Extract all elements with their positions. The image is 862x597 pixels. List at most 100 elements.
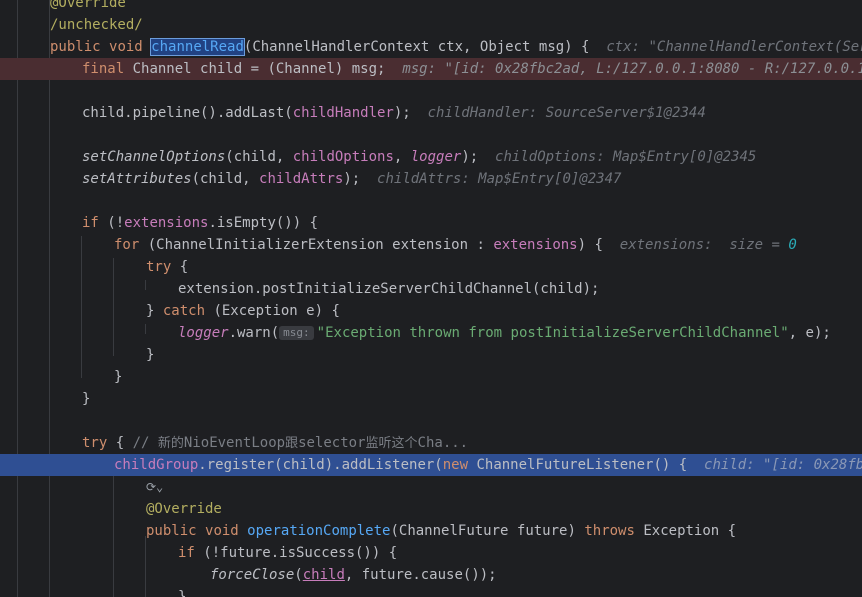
code-text: );: [343, 171, 361, 187]
keyword-try: try: [146, 259, 172, 275]
code-text: ChannelFutureListener() {: [468, 457, 688, 473]
code-comment: // 新的NioEventLoop跟selector监听这个Cha...: [133, 435, 469, 451]
code-line[interactable]: } catch (Exception e) {: [0, 300, 862, 322]
parameter-hint: msg:: [279, 326, 314, 340]
code-line[interactable]: }: [0, 388, 862, 410]
comment-text: selector: [298, 435, 366, 451]
method-name-operationcomplete[interactable]: operationComplete: [247, 523, 390, 539]
code-text: );: [461, 149, 479, 165]
code-text: }: [146, 303, 163, 319]
code-line[interactable]: if (!extensions.isEmpty()) {: [0, 212, 862, 234]
code-line[interactable]: child.pipeline().addLast(childHandler); …: [0, 102, 862, 124]
code-line[interactable]: }: [0, 344, 862, 366]
keyword-if: if: [178, 545, 195, 561]
code-line[interactable]: ⟳⌄: [0, 476, 862, 498]
code-line[interactable]: extension.postInitializeServerChildChann…: [0, 278, 862, 300]
lambda-fold-icon[interactable]: ⟳⌄: [146, 476, 163, 498]
code-line[interactable]: @Override: [0, 0, 862, 14]
code-text: , future.cause());: [344, 567, 497, 583]
code-line[interactable]: try { // 新的NioEventLoop跟selector监听这个Cha.…: [0, 432, 862, 454]
code-line-method-signature[interactable]: public void channelRead(ChannelHandlerCo…: [0, 36, 862, 58]
method-call: setAttributes: [82, 171, 192, 187]
comment-text: Cha...: [417, 435, 469, 451]
code-line[interactable]: forceClose(child, future.cause());: [0, 564, 862, 586]
override-annotation: @Override: [146, 501, 222, 517]
keyword-for: for: [114, 237, 140, 253]
comment-text: 跟: [285, 436, 299, 451]
comment-text: 新的: [157, 436, 184, 451]
method-name-channelread[interactable]: channelRead: [150, 38, 245, 56]
field-childhandler: childHandler: [292, 105, 394, 121]
code-text: (child,: [225, 149, 293, 165]
closing-brace: }: [146, 347, 155, 363]
field-extensions: extensions: [124, 215, 209, 231]
unchecked-annotation: /unchecked/: [50, 17, 143, 33]
code-line[interactable]: try {: [0, 256, 862, 278]
inline-debug-label: extensions:: [619, 237, 713, 253]
method-call: forceClose: [210, 567, 295, 583]
code-line[interactable]: setChannelOptions(child, childOptions, l…: [0, 146, 862, 168]
code-text: (: [294, 567, 303, 583]
code-line[interactable]: logger.warn(msg: "Exception thrown from p…: [0, 322, 862, 344]
code-editor[interactable]: @Override /unchecked/ public void channe…: [0, 0, 862, 597]
code-text: {: [107, 435, 133, 451]
code-text: .isEmpty()) {: [208, 215, 319, 231]
code-line-current-execution[interactable]: childGroup.register(child).addListener(n…: [0, 454, 862, 476]
code-line[interactable]: @Override: [0, 498, 862, 520]
keyword-try: try: [82, 435, 108, 451]
closing-brace: }: [178, 589, 187, 597]
code-text: );: [393, 105, 411, 121]
code-line[interactable]: if (!future.isSuccess()) {: [0, 542, 862, 564]
code-text: ,: [393, 149, 411, 165]
keyword-final: final: [82, 61, 125, 77]
code-text: (!future.isSuccess()) {: [194, 545, 398, 561]
code-line[interactable]: setAttributes(child, childAttrs); childA…: [0, 168, 862, 190]
closing-brace: }: [82, 391, 91, 407]
keyword-public: public: [146, 523, 197, 539]
keyword-void: void: [109, 39, 143, 55]
keyword-void: void: [205, 523, 239, 539]
inline-debug-value: ctx: "ChannelHandlerContext(ServerB: [606, 39, 862, 55]
code-text: (child,: [191, 171, 260, 187]
code-text: (Exception e) {: [205, 303, 340, 319]
keyword-if: if: [82, 215, 99, 231]
inline-debug-value: childOptions: Map$Entry[0]@2345: [495, 149, 757, 165]
comment-text: //: [132, 435, 158, 451]
keyword-throws: throws: [584, 523, 635, 539]
field-logger: logger: [178, 325, 229, 341]
code-text: ) {: [577, 237, 603, 253]
closing-brace: }: [114, 369, 123, 385]
keyword-catch: catch: [162, 303, 206, 319]
field-childattrs: childAttrs: [259, 171, 344, 187]
method-params: (ChannelFuture future): [390, 523, 585, 539]
keyword-new: new: [442, 457, 469, 473]
field-childoptions: childOptions: [292, 149, 394, 165]
inline-debug-value: msg: "[id: 0x28fbc2ad, L:/127.0.0.1:8080…: [402, 61, 862, 77]
code-line[interactable]: public void operationComplete(ChannelFut…: [0, 520, 862, 542]
code-line[interactable]: }: [0, 366, 862, 388]
code-text: , e);: [788, 325, 831, 341]
code-line[interactable]: }: [0, 586, 862, 597]
statement: Channel child = (Channel) msg;: [132, 61, 386, 77]
code-text: (!: [98, 215, 125, 231]
code-line[interactable]: for (ChannelInitializerExtension extensi…: [0, 234, 862, 256]
string-literal: "Exception thrown from postInitializeSer…: [316, 325, 789, 341]
field-logger: logger: [410, 149, 462, 165]
method-params: (ChannelHandlerContext ctx, Object msg) …: [243, 39, 590, 55]
inline-debug-value: childAttrs: Map$Entry[0]@2347: [377, 171, 622, 187]
code-text: (ChannelInitializerExtension extension :: [139, 237, 494, 253]
inline-debug-value: childHandler: SourceServer$1@2344: [427, 105, 706, 121]
comment-text: 监听这个: [365, 436, 418, 451]
captured-variable-child: child: [302, 567, 345, 583]
code-text: .register(child).addListener(: [198, 457, 443, 473]
field-childgroup: childGroup: [114, 457, 199, 473]
code-text: child.pipeline().addLast(: [82, 105, 293, 121]
code-text: .warn(: [228, 325, 280, 341]
code-text: Exception {: [634, 523, 737, 539]
inline-debug-value: child: "[id: 0x28fbc2ad: [704, 457, 862, 473]
code-line[interactable]: /unchecked/: [0, 14, 862, 36]
statement: extension.postInitializeServerChildChann…: [178, 281, 600, 297]
inline-debug-number: 0: [788, 237, 797, 253]
field-extensions: extensions: [493, 237, 578, 253]
code-line-breakpoint[interactable]: final Channel child = (Channel) msg; msg…: [0, 58, 862, 80]
